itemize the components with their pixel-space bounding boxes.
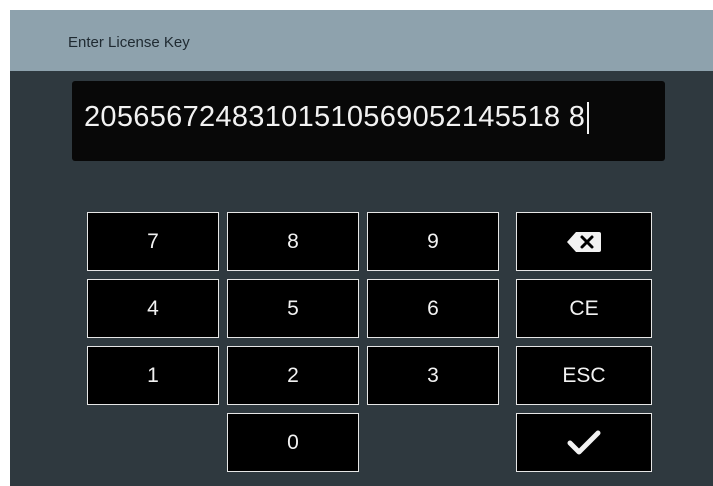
key-2[interactable]: 2 (227, 346, 359, 405)
clear-entry-button[interactable]: CE (516, 279, 652, 338)
key-8[interactable]: 8 (227, 212, 359, 271)
key-6[interactable]: 6 (367, 279, 499, 338)
key-1[interactable]: 1 (87, 346, 219, 405)
escape-button[interactable]: ESC (516, 346, 652, 405)
key-3[interactable]: 3 (367, 346, 499, 405)
text-cursor (587, 101, 590, 134)
dialog-title: Enter License Key (68, 34, 190, 51)
key-5[interactable]: 5 (227, 279, 359, 338)
license-key-value: 20565672483101510569052145518 8 (84, 101, 586, 133)
key-0[interactable]: 0 (227, 413, 359, 472)
backspace-icon (567, 231, 601, 252)
key-7[interactable]: 7 (87, 212, 219, 271)
title-bar: Enter License Key (10, 10, 713, 71)
license-key-input[interactable]: 20565672483101510569052145518 8 (72, 81, 665, 161)
key-4[interactable]: 4 (87, 279, 219, 338)
license-key-dialog: Enter License Key 2056567248310151056905… (10, 10, 713, 486)
checkmark-icon (567, 430, 601, 454)
key-9[interactable]: 9 (367, 212, 499, 271)
confirm-button[interactable] (516, 413, 652, 472)
backspace-button[interactable] (516, 212, 652, 271)
license-key-value-wrap: 20565672483101510569052145518 8 (84, 101, 590, 134)
